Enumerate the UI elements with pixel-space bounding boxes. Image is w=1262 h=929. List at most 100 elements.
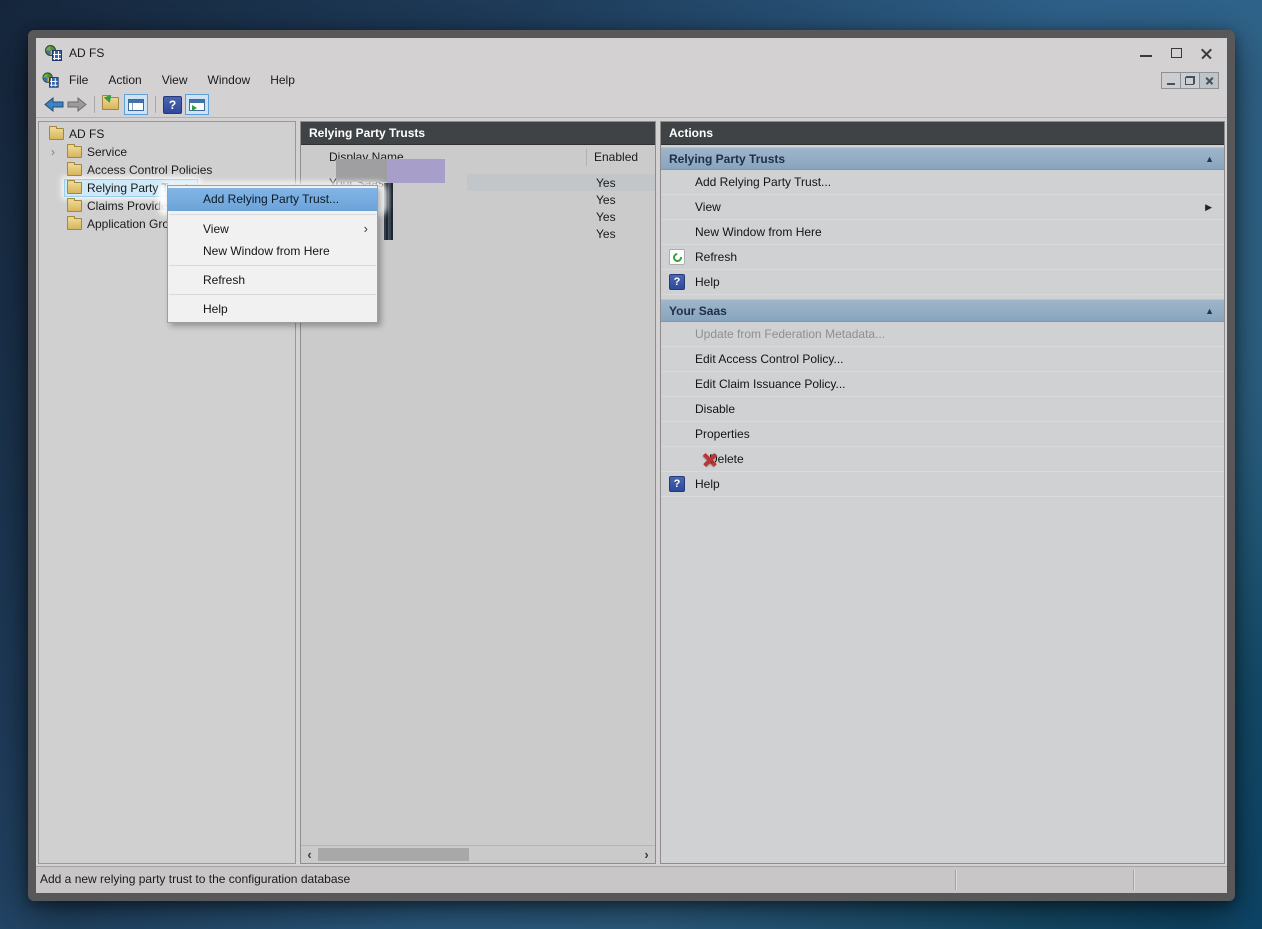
mdi-window-controls [1162, 72, 1219, 89]
column-header-enabled[interactable]: Enabled [594, 150, 638, 164]
menu-separator [169, 265, 376, 266]
context-menu: Add Relying Party Trust... View › New Wi… [167, 185, 378, 323]
action-pane-icon[interactable] [185, 94, 209, 115]
tree-item-label: Access Control Policies [87, 163, 212, 177]
forward-icon[interactable] [67, 97, 87, 112]
context-menu-view[interactable]: View › [168, 218, 377, 240]
action-label: Update from Federation Metadata... [695, 327, 885, 341]
refresh-icon [669, 249, 685, 265]
section-title: Relying Party Trusts [669, 152, 785, 166]
horizontal-scrollbar[interactable]: ‹ › [301, 845, 655, 863]
menu-help[interactable]: Help [260, 70, 305, 90]
action-label: Disable [695, 402, 735, 416]
actions-section-relying-party-trusts[interactable]: Relying Party Trusts ▲ [661, 147, 1224, 170]
menu-window[interactable]: Window [198, 70, 261, 90]
toolbar: ? [36, 92, 1227, 118]
status-text: Add a new relying party trust to the con… [40, 872, 350, 886]
mmc-app-icon [45, 45, 62, 61]
action-disable[interactable]: Disable [661, 397, 1224, 422]
context-menu-new-window-from-here[interactable]: New Window from Here [168, 240, 377, 262]
help-icon[interactable]: ? [163, 96, 182, 114]
row-enabled-value[interactable]: Yes [596, 210, 616, 224]
tree-item-service[interactable]: › Service [39, 143, 295, 161]
collapse-arrow-icon[interactable]: ▲ [1205, 154, 1214, 164]
collapse-arrow-icon[interactable]: ▲ [1205, 306, 1214, 316]
action-new-window-from-here[interactable]: New Window from Here [661, 220, 1224, 245]
context-menu-help[interactable]: Help [168, 298, 377, 320]
action-label: View [695, 200, 721, 214]
scroll-right-icon[interactable]: › [638, 846, 655, 863]
minimize-button[interactable] [1131, 39, 1161, 67]
action-delete[interactable]: Delete [661, 447, 1224, 472]
mdi-restore-icon [1185, 76, 1195, 85]
menu-file[interactable]: File [59, 70, 98, 90]
title-bar[interactable]: AD FS [36, 38, 1227, 68]
scroll-left-icon[interactable]: ‹ [301, 846, 318, 863]
mdi-close-icon [1205, 76, 1214, 85]
action-add-relying-party-trust[interactable]: Add Relying Party Trust... [661, 170, 1224, 195]
window-title: AD FS [69, 46, 104, 60]
action-label: Help [695, 477, 720, 491]
folder-icon [49, 128, 64, 140]
redaction-gray-box [336, 159, 387, 182]
toolbar-separator [94, 96, 95, 113]
action-label: Help [695, 275, 720, 289]
folder-icon [67, 146, 82, 158]
help-icon: ? [669, 274, 685, 290]
tree-item-label: AD FS [69, 127, 104, 141]
menu-view[interactable]: View [152, 70, 198, 90]
chevron-right-icon[interactable]: › [51, 145, 65, 159]
folder-icon [67, 218, 82, 230]
column-divider[interactable] [586, 149, 587, 166]
row-enabled-value[interactable]: Yes [596, 193, 616, 207]
action-edit-access-control-policy[interactable]: Edit Access Control Policy... [661, 347, 1224, 372]
desktop-background: AD FS File Action View Window Help [0, 0, 1262, 929]
mdi-close-button[interactable] [1199, 72, 1219, 89]
context-menu-add-relying-party-trust[interactable]: Add Relying Party Trust... [168, 188, 377, 211]
folder-icon [67, 164, 82, 176]
action-refresh[interactable]: Refresh [661, 245, 1224, 270]
close-icon [1200, 47, 1213, 60]
folder-icon [67, 200, 82, 212]
actions-pane-header: Actions [661, 122, 1224, 145]
action-edit-claim-issuance-policy[interactable]: Edit Claim Issuance Policy... [661, 372, 1224, 397]
context-menu-label: View [203, 222, 229, 236]
row-enabled-value[interactable]: Yes [596, 176, 616, 190]
actions-pane: Actions Relying Party Trusts ▲ Add Relyi… [660, 121, 1225, 864]
help-icon: ? [669, 476, 685, 492]
actions-section-your-saas[interactable]: Your Saas ▲ [661, 299, 1224, 322]
menu-separator [169, 294, 376, 295]
minimize-icon [1140, 55, 1152, 57]
mdi-minimize-button[interactable] [1161, 72, 1181, 89]
tree-item-access-control-policies[interactable]: Access Control Policies [39, 161, 295, 179]
menu-action[interactable]: Action [98, 70, 151, 90]
context-menu-refresh[interactable]: Refresh [168, 269, 377, 291]
action-help[interactable]: ? Help [661, 472, 1224, 497]
delete-icon [703, 452, 717, 466]
adfs-console-window: AD FS File Action View Window Help [28, 30, 1235, 901]
action-label: Edit Claim Issuance Policy... [695, 377, 846, 391]
action-label: Properties [695, 427, 750, 441]
submenu-arrow-icon: › [364, 218, 368, 240]
action-help[interactable]: ? Help [661, 270, 1224, 295]
mdi-restore-button[interactable] [1180, 72, 1200, 89]
action-label: Add Relying Party Trust... [695, 175, 831, 189]
back-icon[interactable] [44, 97, 64, 112]
close-button[interactable] [1191, 39, 1221, 67]
toolbar-separator [155, 96, 156, 113]
tree-item-ad-fs[interactable]: AD FS [39, 125, 295, 143]
action-properties[interactable]: Properties [661, 422, 1224, 447]
maximize-button[interactable] [1161, 39, 1191, 67]
folder-icon [67, 182, 82, 194]
status-divider [1133, 870, 1134, 890]
folder-up-icon[interactable] [102, 97, 121, 112]
row-enabled-value[interactable]: Yes [596, 227, 616, 241]
tree-item-label: Service [87, 145, 127, 159]
status-bar: Add a new relying party trust to the con… [36, 866, 1227, 893]
console-tree-icon[interactable] [124, 94, 148, 115]
scrollbar-thumb[interactable] [318, 848, 469, 861]
mdi-minimize-icon [1167, 83, 1175, 85]
action-label: Refresh [695, 250, 737, 264]
action-update-from-federation-metadata: Update from Federation Metadata... [661, 322, 1224, 347]
action-view[interactable]: View ▶ [661, 195, 1224, 220]
